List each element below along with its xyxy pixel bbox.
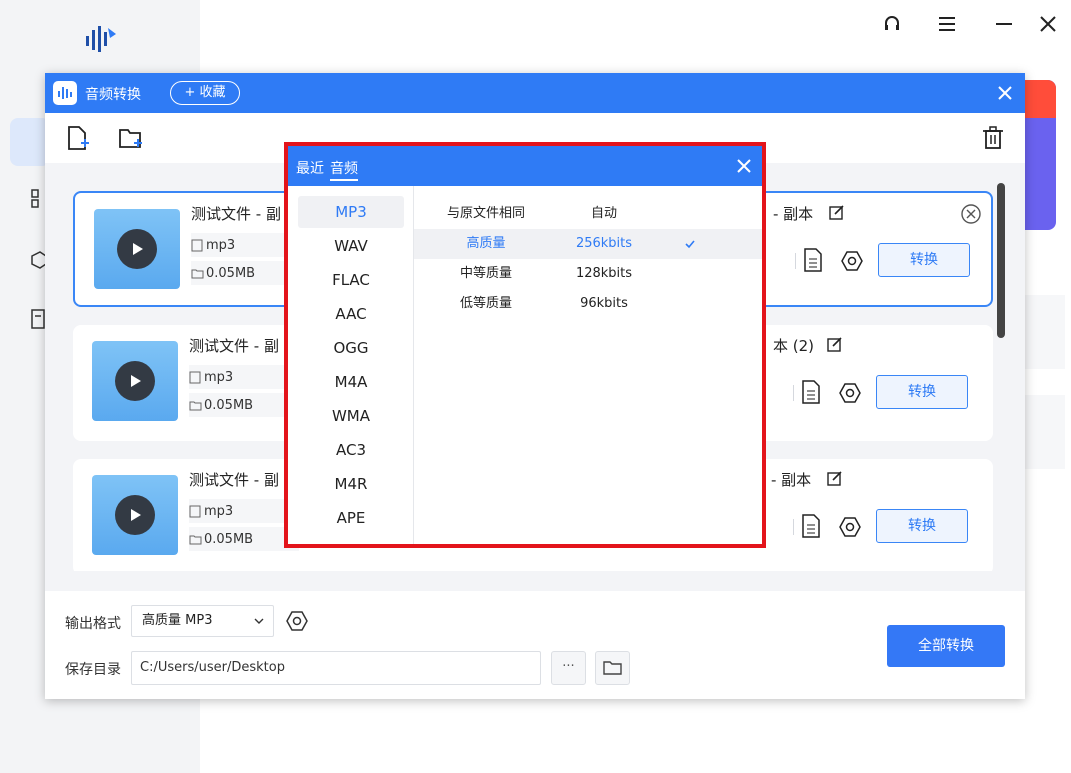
format-list: MP3 WAV FLAC AAC OGG M4A WMA AC3 M4R APE bbox=[288, 186, 414, 544]
format-item-m4a[interactable]: M4A bbox=[298, 366, 404, 398]
gear-icon[interactable] bbox=[838, 515, 862, 539]
folder-icon bbox=[191, 269, 204, 278]
tab-audio[interactable]: 音频 bbox=[330, 158, 358, 181]
add-folder-icon[interactable] bbox=[118, 125, 144, 151]
scrollbar[interactable] bbox=[997, 183, 1005, 338]
format-popup: 最近 音频 MP3 WAV FLAC AAC OGG M4A WMA AC3 M… bbox=[284, 142, 766, 548]
background-card bbox=[1025, 395, 1065, 469]
close-icon[interactable] bbox=[995, 83, 1015, 103]
audio-logo-icon bbox=[53, 81, 77, 105]
popup-header: 最近 音频 bbox=[288, 146, 762, 186]
gear-icon[interactable] bbox=[838, 381, 862, 405]
file-format: mp3 bbox=[189, 365, 299, 389]
output-file-name: - 副本 bbox=[771, 471, 812, 489]
file-name: 测试文件 - 副 bbox=[189, 471, 279, 489]
file-format: mp3 bbox=[189, 499, 299, 523]
file-name: 测试文件 - 副 bbox=[191, 205, 281, 223]
quality-option[interactable]: 与原文件相同 自动 bbox=[414, 199, 762, 229]
divider bbox=[793, 519, 794, 535]
play-icon[interactable] bbox=[115, 361, 155, 401]
folder-icon bbox=[189, 535, 202, 544]
quality-option-selected[interactable]: 高质量 256kbits bbox=[414, 229, 762, 259]
music-file-icon bbox=[189, 371, 201, 383]
folder-icon bbox=[189, 401, 202, 410]
play-icon[interactable] bbox=[115, 495, 155, 535]
settings-document-icon[interactable] bbox=[802, 247, 824, 273]
convert-button[interactable]: 转换 bbox=[876, 375, 968, 409]
settings-document-icon[interactable] bbox=[800, 379, 822, 405]
gear-icon[interactable] bbox=[840, 249, 864, 273]
convert-all-button[interactable]: 全部转换 bbox=[887, 625, 1005, 667]
format-item-ape[interactable]: APE bbox=[298, 502, 404, 534]
play-icon[interactable] bbox=[117, 229, 157, 269]
trash-icon[interactable] bbox=[980, 125, 1006, 151]
quality-option[interactable]: 中等质量 128kbits bbox=[414, 259, 762, 289]
settings-document-icon[interactable] bbox=[800, 513, 822, 539]
dialog-title: 音频转换 bbox=[85, 87, 141, 103]
browse-more-button[interactable]: ··· bbox=[551, 651, 586, 685]
save-dir-input[interactable]: C:/Users/user/Desktop bbox=[131, 651, 541, 685]
audio-thumbnail bbox=[92, 341, 178, 421]
audio-thumbnail bbox=[94, 209, 180, 289]
output-file-name: - 副本 bbox=[773, 205, 814, 223]
tab-recent[interactable]: 最近 bbox=[296, 158, 324, 178]
output-file-name: 本 (2) bbox=[773, 337, 815, 355]
app-logo-icon bbox=[86, 26, 116, 52]
format-item-wav[interactable]: WAV bbox=[298, 230, 404, 262]
sidebar-item-audio-selected[interactable] bbox=[10, 118, 50, 166]
open-folder-button[interactable] bbox=[595, 651, 630, 685]
minimize-icon[interactable] bbox=[992, 12, 1016, 36]
edit-icon[interactable] bbox=[828, 203, 846, 221]
output-format-select[interactable]: 高质量 MP3 bbox=[131, 605, 274, 637]
format-item-m4r[interactable]: M4R bbox=[298, 468, 404, 500]
music-file-icon bbox=[191, 239, 203, 251]
add-file-icon[interactable] bbox=[65, 125, 91, 151]
dialog-titlebar: 音频转换 + 收藏 bbox=[45, 73, 1025, 113]
close-icon[interactable] bbox=[736, 158, 752, 174]
background-card bbox=[1025, 295, 1065, 369]
format-item-flac[interactable]: FLAC bbox=[298, 264, 404, 296]
output-format-label: 输出格式 bbox=[65, 616, 121, 632]
headset-icon[interactable] bbox=[880, 12, 904, 36]
bottom-panel: 输出格式 高质量 MP3 保存目录 C:/Users/user/Desktop … bbox=[45, 591, 1025, 699]
edit-icon[interactable] bbox=[826, 469, 844, 487]
music-file-icon bbox=[189, 505, 201, 517]
file-size: 0.05MB bbox=[189, 393, 299, 417]
format-settings-gear-icon[interactable] bbox=[285, 609, 309, 633]
menu-icon[interactable] bbox=[935, 12, 959, 36]
format-item-ogg[interactable]: OGG bbox=[298, 332, 404, 364]
file-name: 测试文件 - 副 bbox=[189, 337, 279, 355]
audio-thumbnail bbox=[92, 475, 178, 555]
format-item-ac3[interactable]: AC3 bbox=[298, 434, 404, 466]
format-item-wma[interactable]: WMA bbox=[298, 400, 404, 432]
edit-icon[interactable] bbox=[826, 335, 844, 353]
format-item-aac[interactable]: AAC bbox=[298, 298, 404, 330]
divider bbox=[793, 385, 794, 401]
file-size: 0.05MB bbox=[189, 527, 299, 551]
open-folder-icon bbox=[602, 661, 622, 675]
format-item-mp3[interactable]: MP3 bbox=[298, 196, 404, 228]
save-dir-label: 保存目录 bbox=[65, 662, 121, 678]
convert-button[interactable]: 转换 bbox=[878, 243, 970, 277]
divider bbox=[795, 253, 796, 269]
checkmark-icon bbox=[685, 240, 695, 249]
convert-button[interactable]: 转换 bbox=[876, 509, 968, 543]
quality-option[interactable]: 低等质量 96kbits bbox=[414, 289, 762, 319]
favorite-button[interactable]: + 收藏 bbox=[170, 81, 240, 105]
remove-circle-icon[interactable] bbox=[960, 203, 982, 225]
close-app-icon[interactable] bbox=[1036, 12, 1060, 36]
chevron-down-icon bbox=[254, 618, 264, 624]
